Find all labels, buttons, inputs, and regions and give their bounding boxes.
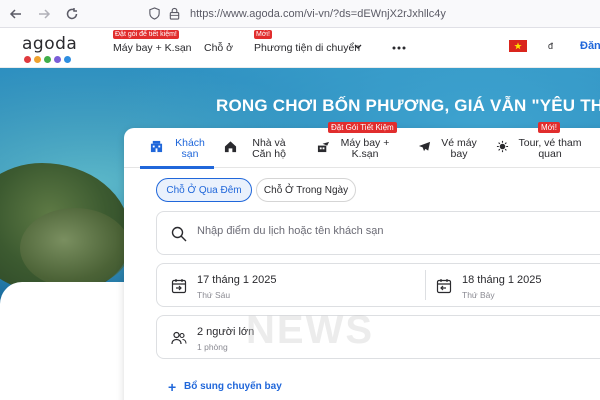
checkout-day: Thứ Bảy [462,290,495,300]
tab-badge-package: Đặt Gói Tiết Kiệm [328,122,397,133]
active-tab-indicator [140,166,214,169]
plus-icon[interactable]: + [168,379,176,395]
add-flight-link[interactable]: Bổ sung chuyến bay [184,381,282,392]
watermark: NEWS [246,308,374,352]
hotel-icon [150,140,163,153]
search-tabs: Khách sạn Nhà và Căn hộ Đặt Gói Tiết Kiệ… [124,122,600,169]
tab-flight-hotel[interactable]: Máy bay + K.sạn [317,138,394,160]
logo-dot [34,56,41,63]
logo-text: agoda [22,34,78,54]
shield-icon[interactable] [146,6,162,22]
destination-field[interactable]: Nhập điểm du lịch hoặc tên khách sạn [156,211,600,255]
logo-dot [54,56,61,63]
checkin-date: 17 tháng 1 2025 [197,274,277,286]
guests-field[interactable]: 2 người lớn 1 phòng [156,315,600,359]
logo-dots [24,56,77,63]
date-range-field: 17 tháng 1 2025 Thứ Sáu 18 tháng 1 2025 … [156,263,600,307]
more-icon[interactable] [392,46,406,50]
currency-selector[interactable]: đ [548,41,553,51]
agoda-logo[interactable]: agoda [22,34,77,63]
checkin-day: Thứ Sáu [197,290,231,300]
lock-icon[interactable] [166,6,182,22]
checkout-date: 18 tháng 1 2025 [462,274,542,286]
signin-link[interactable]: Đăng [580,40,600,52]
nav-badge-package: Đặt gói để tiết kiệm! [113,30,179,39]
hero-white-panel [0,282,130,400]
search-card: Khách sạn Nhà và Căn hộ Đặt Gói Tiết Kiệ… [124,122,600,400]
arrow-right-icon [39,8,51,19]
day-use-stay-button[interactable]: Chỗ Ở Trong Ngày [256,178,356,202]
tab-tours[interactable]: Tour, vé tham quan [496,138,585,160]
tab-flights[interactable]: Vé máy bay [418,138,481,160]
arrow-left-icon [9,8,21,19]
reload-icon [66,7,78,19]
address-bar[interactable]: https://www.agoda.com/vi-vn/?ds=dEWnjX2r… [146,2,446,26]
tab-label: Nhà và Căn hộ [252,137,286,160]
flight-hotel-icon [317,141,330,153]
logo-dot [44,56,51,63]
chevron-down-icon[interactable] [354,44,362,50]
calendar-checkout-icon [436,279,452,294]
checkin-field[interactable]: 17 tháng 1 2025 Thứ Sáu [157,264,425,306]
calendar-checkin-icon [171,279,187,294]
logo-dot [24,56,31,63]
checkout-field[interactable]: 18 tháng 1 2025 Thứ Bảy [426,264,600,306]
rooms-count: 1 phòng [197,342,228,352]
tab-badge-new: Mới! [538,122,560,133]
nav-item-transport[interactable]: Phương tiện di chuyển [254,42,360,54]
vietnam-flag-icon[interactable] [509,40,527,52]
hero-island-image [20,208,130,288]
tab-hotels[interactable]: Khách sạn [150,138,211,160]
home-icon [224,141,237,153]
browser-toolbar: https://www.agoda.com/vi-vn/?ds=dEWnjX2r… [0,0,600,28]
logo-dot [64,56,71,63]
tab-homes[interactable]: Nhà và Căn hộ [224,138,295,160]
forward-button[interactable] [32,2,56,26]
destination-placeholder: Nhập điểm du lịch hoặc tên khách sạn [197,225,384,237]
overnight-stay-button[interactable]: Chỗ Ở Qua Đêm [156,178,252,202]
hero-title: RONG CHƠI BỐN PHƯƠNG, GIÁ VẪN "YÊU THƯƠ [216,96,600,115]
back-button[interactable] [4,2,28,26]
tour-icon [496,140,509,153]
tab-label: Vé máy bay [441,137,477,160]
nav-item-flight-hotel[interactable]: Máy bay + K.sạn [113,42,192,54]
site-header: agoda Đặt gói để tiết kiệm! Máy bay + K.… [0,28,600,68]
search-icon [171,226,187,242]
url-text[interactable]: https://www.agoda.com/vi-vn/?ds=dEWnjX2r… [190,8,446,20]
guests-icon [171,331,187,345]
nav-badge-new: Mới! [254,30,272,39]
airplane-icon [418,141,431,152]
tab-label: Khách sạn [175,137,205,160]
nav-item-accommodation[interactable]: Chỗ ở [204,42,233,54]
tab-label: Tour, vé tham quan [518,137,582,160]
tab-label: Máy bay + K.sạn [340,137,390,160]
reload-button[interactable] [60,2,84,26]
